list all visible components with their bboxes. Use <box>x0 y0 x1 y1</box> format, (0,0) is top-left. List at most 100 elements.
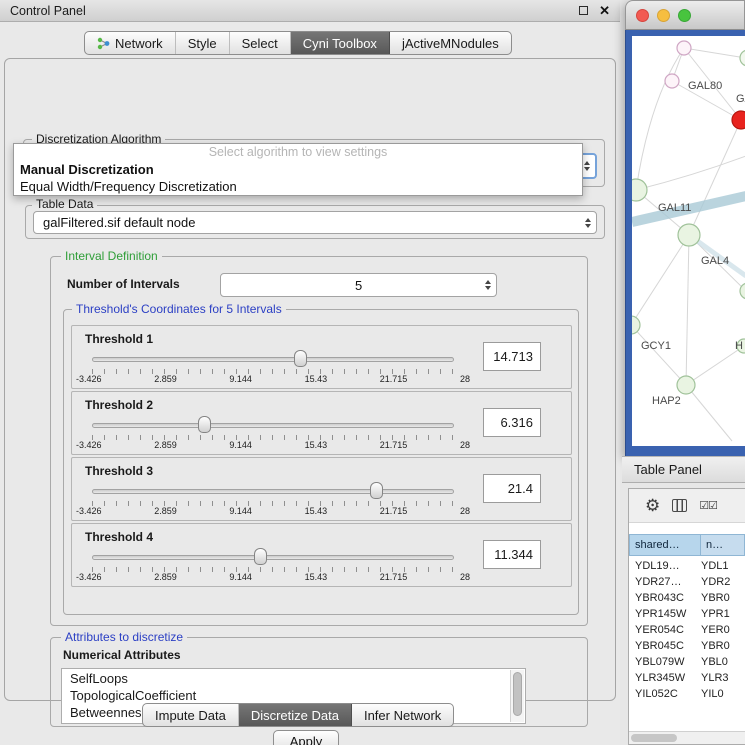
slider-thumb[interactable] <box>254 548 267 565</box>
table-row[interactable]: YBR043CYBR0 <box>629 590 745 606</box>
threshold-4-value-field[interactable]: 11.344 <box>483 540 541 569</box>
table-row[interactable]: YDR27…YDR2 <box>629 574 745 590</box>
network-canvas[interactable]: GAL80 GA GAL11 GAL4 GCY1 H HAP2 <box>632 36 745 446</box>
slider-thumb[interactable] <box>370 482 383 499</box>
tab-label: jActiveMNodules <box>402 36 499 51</box>
slider-thumb[interactable] <box>294 350 307 367</box>
cell[interactable]: YIL052C <box>629 688 701 700</box>
cell[interactable]: YPR145W <box>629 608 701 620</box>
cell[interactable]: YDL19… <box>629 560 701 572</box>
tab-label: Network <box>115 36 163 51</box>
tab-label: Select <box>242 36 278 51</box>
scrollbar-thumb[interactable] <box>513 672 522 716</box>
slider-track[interactable] <box>92 423 454 428</box>
column-header-shared-name[interactable]: shared… <box>629 534 701 556</box>
scale-tick-label: -3.426 <box>76 506 102 516</box>
cell[interactable]: YBL079W <box>629 656 701 668</box>
cell[interactable]: YDR2 <box>701 576 745 588</box>
cell[interactable]: YDR27… <box>629 576 701 588</box>
list-item[interactable]: SelfLoops <box>70 670 505 687</box>
column-header-name[interactable]: n… <box>701 534 745 556</box>
cell[interactable]: YBR043C <box>629 592 701 604</box>
table-row[interactable]: YIL052CYIL0 <box>629 686 745 702</box>
columns-icon[interactable] <box>672 499 687 512</box>
tab-impute-data[interactable]: Impute Data <box>143 704 239 726</box>
settings-gear-icon[interactable]: ⚙ <box>645 497 660 514</box>
threshold-label: Threshold 2 <box>85 398 153 412</box>
window-title: Control Panel <box>10 4 579 18</box>
list-item[interactable]: TopologicalCoefficient <box>70 687 505 704</box>
slider-track[interactable] <box>92 357 454 362</box>
close-icon[interactable]: ✕ <box>599 4 610 17</box>
dropdown-option-manual-discretization[interactable]: Manual Discretization <box>14 161 582 178</box>
float-window-icon[interactable] <box>579 6 588 15</box>
zoom-traffic-light[interactable] <box>678 9 691 22</box>
scale-tick-label: 2.859 <box>154 506 177 516</box>
tab-discretize-data[interactable]: Discretize Data <box>239 704 352 726</box>
cell[interactable]: YPR1 <box>701 608 745 620</box>
list-scrollbar[interactable] <box>510 670 524 722</box>
cell[interactable]: YLR3 <box>701 672 745 684</box>
table-row[interactable]: YBL079WYBL0 <box>629 654 745 670</box>
cell[interactable]: YLR345W <box>629 672 701 684</box>
threshold-3-slider[interactable] <box>92 482 454 500</box>
cell[interactable]: YBL0 <box>701 656 745 668</box>
table-row[interactable]: YLR345WYLR3 <box>629 670 745 686</box>
threshold-3-value-field[interactable]: 21.4 <box>483 474 541 503</box>
dropdown-option-equal-width-frequency[interactable]: Equal Width/Frequency Discretization <box>14 178 582 195</box>
network-node[interactable] <box>632 316 640 334</box>
tab-infer-network[interactable]: Infer Network <box>352 704 453 726</box>
threshold-label: Threshold 4 <box>85 530 153 544</box>
threshold-2-value-field[interactable]: 6.316 <box>483 408 541 437</box>
cell[interactable]: YBR0 <box>701 592 745 604</box>
network-window-titlebar[interactable] <box>625 0 745 30</box>
minimize-traffic-light[interactable] <box>657 9 670 22</box>
tab-network[interactable]: Network <box>85 32 176 54</box>
slider-track[interactable] <box>92 555 454 560</box>
node-table: ⚙ ☑☑ shared… n… YDL19…YDL1 YDR27…YDR2 YB… <box>628 488 745 745</box>
network-node[interactable] <box>740 50 745 66</box>
network-node[interactable] <box>677 376 695 394</box>
threshold-4-slider[interactable] <box>92 548 454 566</box>
table-row[interactable]: YDL19…YDL1 <box>629 558 745 574</box>
slider-scale: -3.426 2.859 9.144 15.43 21.715 28 <box>76 572 470 582</box>
network-node[interactable] <box>677 41 691 55</box>
table-row[interactable]: YER054CYER0 <box>629 622 745 638</box>
select-columns-checkboxes-icon[interactable]: ☑☑ <box>699 499 717 512</box>
scale-tick-label: 15.43 <box>305 374 328 384</box>
apply-button[interactable]: Apply <box>273 730 339 745</box>
cell[interactable]: YER054C <box>629 624 701 636</box>
selected-network-node[interactable] <box>732 111 745 129</box>
slider-track[interactable] <box>92 489 454 494</box>
close-traffic-light[interactable] <box>636 9 649 22</box>
threshold-1-slider[interactable] <box>92 350 454 368</box>
scrollbar-thumb[interactable] <box>631 734 677 742</box>
table-data-combo[interactable]: galFiltered.sif default node <box>33 211 597 234</box>
table-row[interactable]: YPR145WYPR1 <box>629 606 745 622</box>
table-panel-titlebar[interactable]: Table Panel <box>622 456 745 483</box>
network-node[interactable] <box>665 74 679 88</box>
num-intervals-label: Number of Intervals <box>67 277 180 291</box>
table-body: YDL19…YDL1 YDR27…YDR2 YBR043CYBR0 YPR145… <box>629 558 745 730</box>
tab-cyni-toolbox[interactable]: Cyni Toolbox <box>291 32 390 54</box>
cell[interactable]: YBR045C <box>629 640 701 652</box>
num-intervals-combo[interactable]: 5 <box>220 273 497 297</box>
tab-style[interactable]: Style <box>176 32 230 54</box>
tab-select[interactable]: Select <box>230 32 291 54</box>
combo-value: galFiltered.sif default node <box>43 215 195 230</box>
table-row[interactable]: YBR045CYBR0 <box>629 638 745 654</box>
threshold-1-value-field[interactable]: 14.713 <box>483 342 541 371</box>
table-panel-title: Table Panel <box>634 462 702 477</box>
combo-stepper-icon[interactable] <box>579 212 596 233</box>
network-node[interactable] <box>678 224 700 246</box>
cell[interactable]: YDL1 <box>701 560 745 572</box>
tab-jactivemnodules[interactable]: jActiveMNodules <box>390 32 511 54</box>
horizontal-scrollbar[interactable] <box>629 731 745 744</box>
cell[interactable]: YBR0 <box>701 640 745 652</box>
cell[interactable]: YIL0 <box>701 688 745 700</box>
slider-thumb[interactable] <box>198 416 211 433</box>
threshold-2-slider[interactable] <box>92 416 454 434</box>
network-view-frame: GAL80 GA GAL11 GAL4 GCY1 H HAP2 <box>625 30 745 456</box>
cell[interactable]: YER0 <box>701 624 745 636</box>
combo-stepper-icon[interactable] <box>479 274 496 296</box>
